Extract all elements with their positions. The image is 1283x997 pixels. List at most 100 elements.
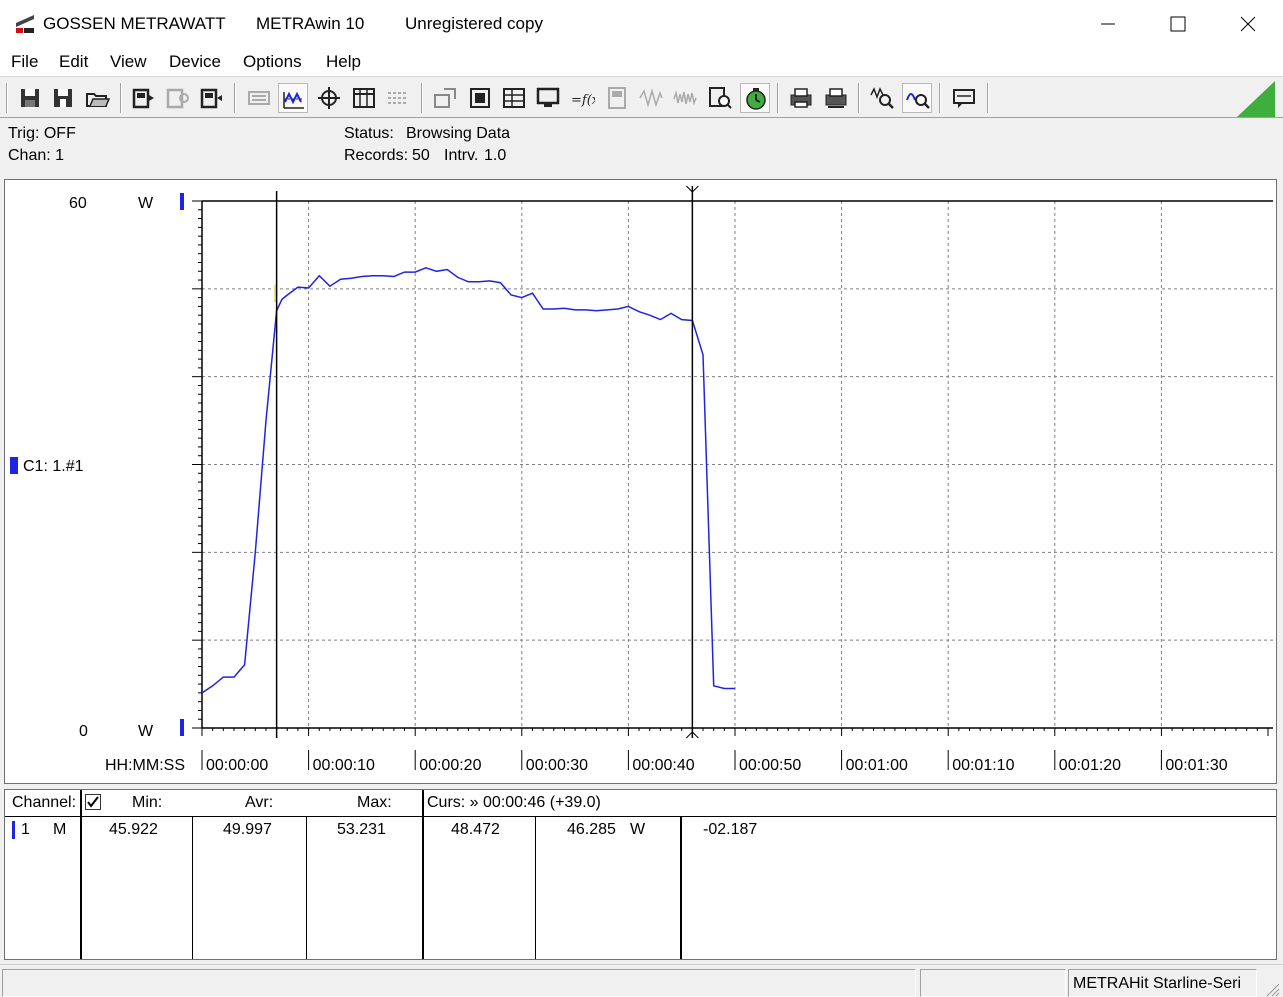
function-icon: =f(x): [571, 93, 604, 108]
header-channel: Channel:: [12, 794, 77, 811]
column-divider: [306, 816, 307, 959]
meter-button[interactable]: [602, 83, 632, 113]
cursor-button[interactable]: [314, 83, 344, 113]
device-send-button[interactable]: [196, 83, 226, 113]
noise-icon: [673, 90, 697, 106]
interval-value: 1.0: [484, 147, 507, 164]
title-app-name: METRAwin 10: [256, 14, 365, 33]
chart-panel[interactable]: 60 0 W W C1: 1.#1 HH:MM:SS 00:00:00 00:00…: [4, 179, 1277, 784]
trigger-status: Trig: OFF: [8, 125, 76, 142]
zoom-curve-icon: [906, 93, 930, 109]
open-button[interactable]: [82, 83, 112, 113]
connection-indicator-icon: [1237, 81, 1275, 117]
menu-help[interactable]: Help: [326, 52, 361, 72]
power-chart[interactable]: 60 0 W W C1: 1.#1 HH:MM:SS 00:00:00 00:00…: [5, 180, 1276, 783]
toolbar-separator: [120, 83, 122, 113]
print-button[interactable]: [786, 83, 816, 113]
power-series-line: [201, 267, 735, 694]
print-preview-button[interactable]: [465, 83, 495, 113]
toolbar-separator: [234, 83, 236, 113]
function-button[interactable]: =f(x): [567, 83, 604, 113]
monitor-button[interactable]: [533, 83, 563, 113]
status-value: Browsing Data: [406, 125, 511, 142]
device-name: METRAHit Starline-Seri: [1073, 975, 1242, 992]
records-value: 50: [412, 147, 430, 164]
menu-device[interactable]: Device: [169, 52, 221, 72]
save-button[interactable]: [15, 83, 45, 113]
y-unit-top: W: [138, 195, 154, 212]
row-cursor1-value: 48.472: [451, 821, 500, 838]
maximize-icon: [1170, 16, 1186, 32]
waveform-button[interactable]: [636, 83, 666, 113]
row-max-value: 53.231: [337, 821, 386, 838]
x-tick-label: 00:00:10: [313, 757, 375, 774]
waveform-icon: [639, 88, 663, 108]
x-tick-label: 00:01:10: [952, 757, 1014, 774]
save-disk-icon: [21, 89, 39, 107]
resize-grip-icon[interactable]: [1262, 979, 1280, 997]
menu-file[interactable]: File: [11, 52, 38, 72]
print-preview-icon: [470, 88, 490, 108]
app-logo-icon: [16, 15, 34, 33]
column-divider: [680, 816, 682, 959]
list-view-button[interactable]: [383, 83, 413, 113]
row-delta-value: -02.187: [703, 821, 758, 838]
toolbar-separator: [939, 83, 941, 113]
timer-button[interactable]: [740, 83, 770, 113]
column-divider: [422, 790, 424, 959]
minimize-button[interactable]: [1073, 0, 1143, 48]
interval-label: Intrv.: [444, 147, 479, 164]
search-doc-icon: [709, 87, 732, 109]
row-channel-color: [12, 821, 15, 839]
zoom-curve-button[interactable]: [902, 83, 932, 113]
maximize-button[interactable]: [1143, 0, 1213, 48]
channel-marker-bottom: [180, 719, 184, 736]
search-doc-button[interactable]: [705, 83, 735, 113]
toolbar-separator: [858, 83, 860, 113]
device-send-icon: [200, 88, 222, 109]
save-as-disk-icon: [54, 89, 72, 107]
channel-enable-checkbox[interactable]: [85, 794, 101, 810]
header-max: Max:: [357, 794, 392, 811]
close-icon: [1240, 16, 1256, 32]
records-label: Records:: [344, 147, 409, 164]
row-unit: W: [630, 821, 646, 838]
trace-view-button[interactable]: [278, 83, 308, 113]
keyboard-icon: [248, 91, 270, 105]
x-tick-label: 00:00:00: [206, 757, 268, 774]
x-tick-label: 00:00:50: [739, 757, 801, 774]
status-pane-main: [2, 969, 916, 997]
close-button[interactable]: [1213, 0, 1283, 48]
print-setup-button[interactable]: [821, 83, 851, 113]
printer-icon: [790, 88, 812, 108]
column-divider: [192, 816, 193, 959]
toolbar-separator: [987, 83, 989, 113]
device-config-button[interactable]: [162, 83, 192, 113]
column-divider: [535, 816, 536, 959]
export-button[interactable]: [430, 83, 460, 113]
spreadsheet-button[interactable]: [499, 83, 529, 113]
table-view-button[interactable]: [349, 83, 379, 113]
row-avr-value: 49.997: [223, 821, 272, 838]
device-read-icon: [132, 88, 154, 109]
checkmark-icon: [87, 796, 99, 808]
menu-edit[interactable]: Edit: [59, 52, 88, 72]
zoom-peak-button[interactable]: [867, 83, 897, 113]
device-read-button[interactable]: [128, 83, 158, 113]
noise-button[interactable]: [670, 83, 700, 113]
save-as-button[interactable]: [48, 83, 78, 113]
monitor-icon: [536, 87, 560, 107]
menu-view[interactable]: View: [110, 52, 147, 72]
header-min: Min:: [132, 794, 163, 811]
row-channel-number: 1: [21, 821, 30, 838]
channel-marker-top: [180, 193, 184, 210]
spreadsheet-icon: [503, 88, 525, 108]
comment-button[interactable]: [949, 83, 979, 113]
menu-options[interactable]: Options: [243, 52, 302, 72]
menu-bar: File Edit View Device Options Help: [0, 48, 1283, 76]
row-channel-mode: M: [53, 821, 67, 838]
x-tick-label: 00:01:30: [1165, 757, 1227, 774]
open-folder-icon: [86, 93, 111, 107]
meter-icon: [608, 87, 626, 109]
keyboard-button[interactable]: [244, 83, 274, 113]
